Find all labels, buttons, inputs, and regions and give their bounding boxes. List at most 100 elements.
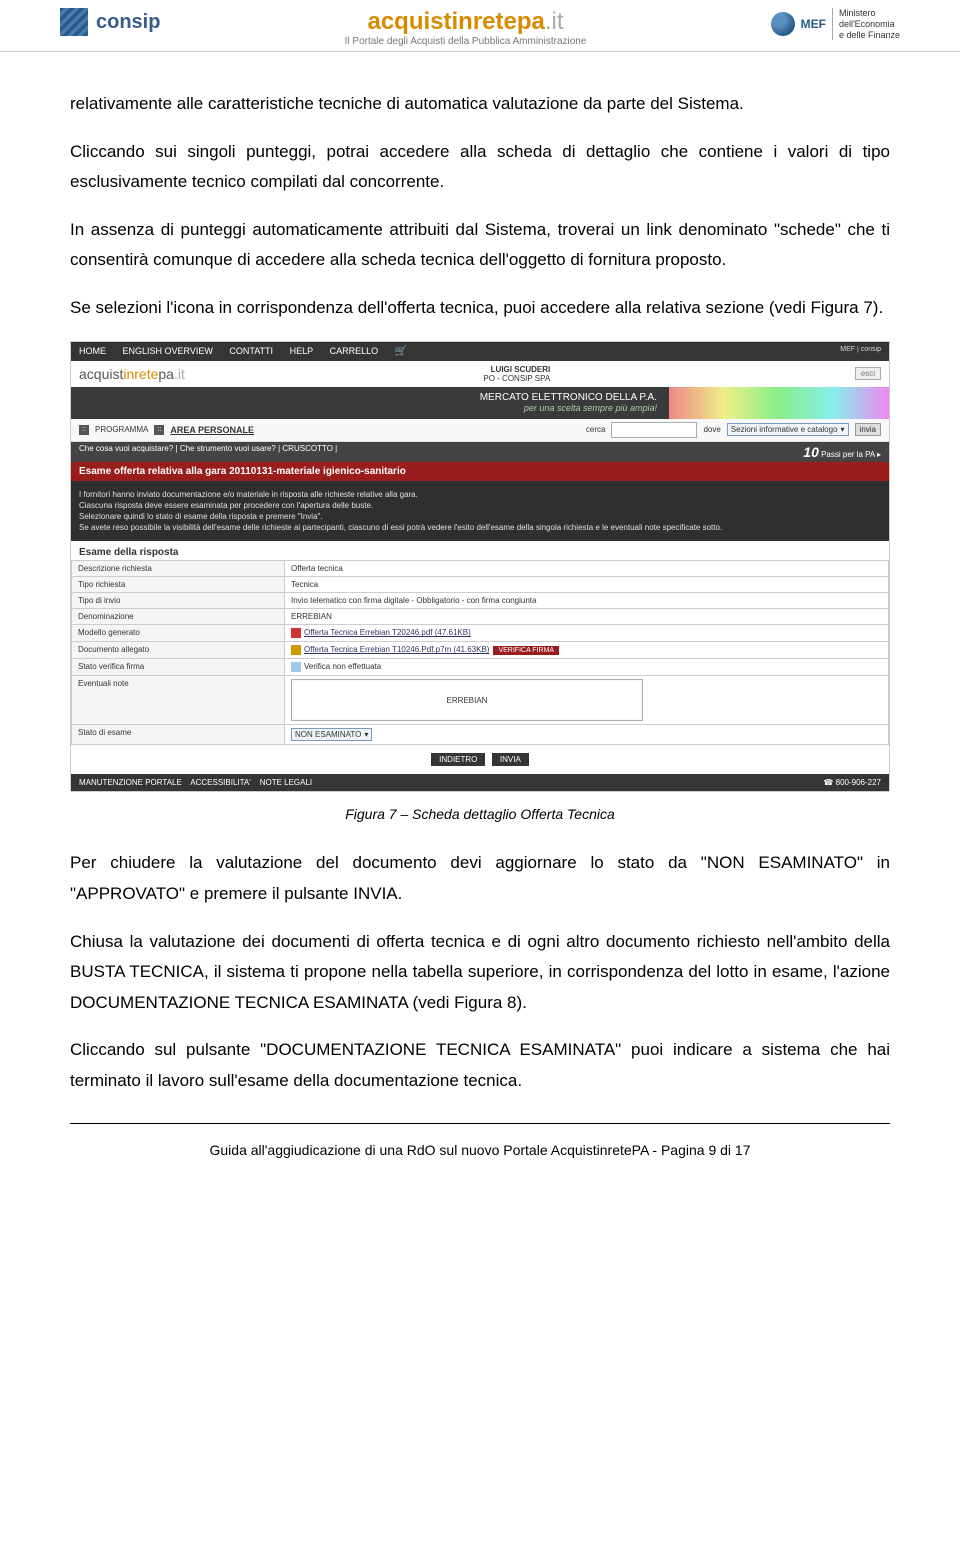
table-row: Tipo di invioInvio telematico con firma … [72,593,889,609]
dots-icon[interactable]: :: [79,425,89,435]
mef-code: MEF [801,17,826,31]
esci-button[interactable]: esci [855,367,881,380]
passi-q2[interactable]: Che strumento vuoi usare? [180,444,276,453]
table-row: Tipo richiestaTecnica [72,577,889,593]
desc-value: Offerta tecnica [285,561,889,577]
emb-table: Descrizione richiestaOfferta tecnica Tip… [71,560,889,745]
mercato-line2: per una scelta sempre più ampia! [71,403,657,413]
topnav-carrello[interactable]: CARRELLO [330,346,379,356]
emb-userinfo: LUIGI SCUDERI PO - CONSIP SPA [483,365,550,383]
body-content: relativamente alle caratteristiche tecni… [0,52,960,1123]
logo-tld: .it [545,8,564,35]
firma-label: Stato verifica firma [72,659,285,676]
footer-access[interactable]: ACCESSIBILITA' [190,778,251,787]
page-footer: Guida all'aggiudicazione di una RdO sul … [0,1124,960,1188]
cerca-input[interactable] [611,422,697,438]
emb-subtitle: Esame della risposta [71,541,889,560]
mef-line2: dell'Economia [839,19,900,30]
firma-value: Verifica non effettuata [304,662,381,671]
emb-mercato: MERCATO ELETTRONICO DELLA P.A. per una s… [71,387,889,419]
footer-note[interactable]: NOTE LEGALI [260,778,312,787]
table-row: Stato verifica firma Verifica non effettu… [72,659,889,676]
cerca-label: cerca [586,425,606,434]
table-row: Eventuali noteERREBIAN [72,676,889,725]
logo-consip: consip [60,8,160,36]
table-row: DenominazioneERREBIAN [72,609,889,625]
info-l3: Selezionare quindi lo stato di esame del… [79,511,881,522]
emb-navrow: :: PROGRAMMA :: AREA PERSONALE cerca dov… [71,419,889,442]
doc-value[interactable]: Offerta Tecnica Errebian T10246.Pdf.p7m … [304,645,489,654]
logo-mef: MEF Ministero dell'Economia e delle Fina… [771,8,900,40]
indietro-button[interactable]: INDIETRO [431,753,485,766]
figure-caption: Figura 7 – Scheda dettaglio Offerta Tecn… [70,806,890,822]
emb-infobox: I fornitori hanno inviato documentazione… [71,481,889,542]
dove-label: dove [703,425,720,434]
verifica-firma-button[interactable]: VERIFICA FIRMA [493,646,559,655]
emb-actions: INDIETRO INVIA [71,745,889,774]
verify-icon [291,662,301,672]
invio-label: Tipo di invio [72,593,285,609]
stato-label: Stato di esame [72,725,285,745]
consip-text: consip [96,11,160,34]
chevron-down-icon: ▾ [841,425,845,434]
mercato-line1: MERCATO ELETTRONICO DELLA P.A. [71,392,657,403]
logo-acquistinrete: acquistinretepa.it Il Portale degli Acqu… [345,8,587,47]
page-header: consip acquistinretepa.it Il Portale deg… [0,0,960,52]
table-row: Descrizione richiestaOfferta tecnica [72,561,889,577]
para-6: Chiusa la valutazione dei documenti di o… [70,927,890,1019]
emb-row2: acquistinretepa.it LUIGI SCUDERI PO - CO… [71,361,889,387]
doc-label: Documento allegato [72,642,285,659]
topnav-home[interactable]: HOME [79,346,106,356]
passi-pa[interactable]: Passi per la PA [821,450,875,459]
para-1: relativamente alle caratteristiche tecni… [70,89,890,120]
user-name: LUIGI SCUDERI [483,365,550,374]
denom-value: ERREBIAN [285,609,889,625]
note-label: Eventuali note [72,676,285,725]
logo-sub: Il Portale degli Acquisti della Pubblica… [345,36,587,47]
invio-value: Invio telematico con firma digitale - Ob… [285,593,889,609]
denom-label: Denominazione [72,609,285,625]
note-textarea[interactable]: ERREBIAN [291,679,643,721]
nav-programma[interactable]: PROGRAMMA [95,425,148,434]
info-l1: I fornitori hanno inviato documentazione… [79,489,881,500]
mef-icon [771,12,795,36]
info-l2: Ciascuna risposta deve essere esaminata … [79,500,881,511]
footer-manut[interactable]: MANUTENZIONE PORTALE [79,778,182,787]
dove-select[interactable]: Sezioni informative e catalogo▾ [727,423,849,436]
stato-select[interactable]: NON ESAMINATO▾ [291,728,372,741]
phone-icon: ☎ [823,778,833,787]
para-3: In assenza di punteggi automaticamente a… [70,215,890,276]
passi-cruscotto[interactable]: CRUSCOTTO [282,444,333,453]
desc-label: Descrizione richiesta [72,561,285,577]
emb-topbar: HOME ENGLISH OVERVIEW CONTATTI HELP CARR… [71,342,889,361]
embedded-screenshot: HOME ENGLISH OVERVIEW CONTATTI HELP CARR… [70,341,890,793]
nav-area-personale[interactable]: AREA PERSONALE [170,425,254,435]
passi-q1[interactable]: Che cosa vuoi acquistare? [79,444,173,453]
dots-icon[interactable]: :: [154,425,164,435]
info-l4: Se avete reso possibile la visibilità de… [79,522,881,533]
topnav-english[interactable]: ENGLISH OVERVIEW [123,346,213,356]
topnav-help[interactable]: HELP [290,346,314,356]
cart-icon[interactable]: 🛒 [395,346,407,357]
emb-logo: acquistinretepa.it [79,366,185,382]
para-4: Se selezioni l'icona in corrispondenza d… [70,293,890,324]
emb-passi: Che cosa vuoi acquistare? | Che strument… [71,442,889,462]
invia-button[interactable]: INVIA [492,753,529,766]
p7m-icon [291,645,301,655]
cerca-invia-button[interactable]: invia [855,423,881,436]
mef-line3: e delle Finanze [839,30,900,41]
mef-line1: Ministero [839,8,900,19]
para-2: Cliccando sui singoli punteggi, potrai a… [70,137,890,198]
consip-icon [60,8,88,36]
para-7: Cliccando sul pulsante "DOCUMENTAZIONE T… [70,1035,890,1096]
ten-icon: 10 [803,444,819,460]
footer-phone: 800-906-227 [836,778,881,787]
model-value[interactable]: Offerta Tecnica Errebian T20246.pdf (47.… [304,628,471,637]
chevron-down-icon: ▾ [364,730,368,739]
table-row: Documento allegato Offerta Tecnica Errebi… [72,642,889,659]
tipo-value: Tecnica [285,577,889,593]
pdf-icon [291,628,301,638]
topbar-right-logos: MEF | consip [840,346,881,357]
topnav-contatti[interactable]: CONTATTI [229,346,273,356]
para-5: Per chiudere la valutazione del document… [70,848,890,909]
